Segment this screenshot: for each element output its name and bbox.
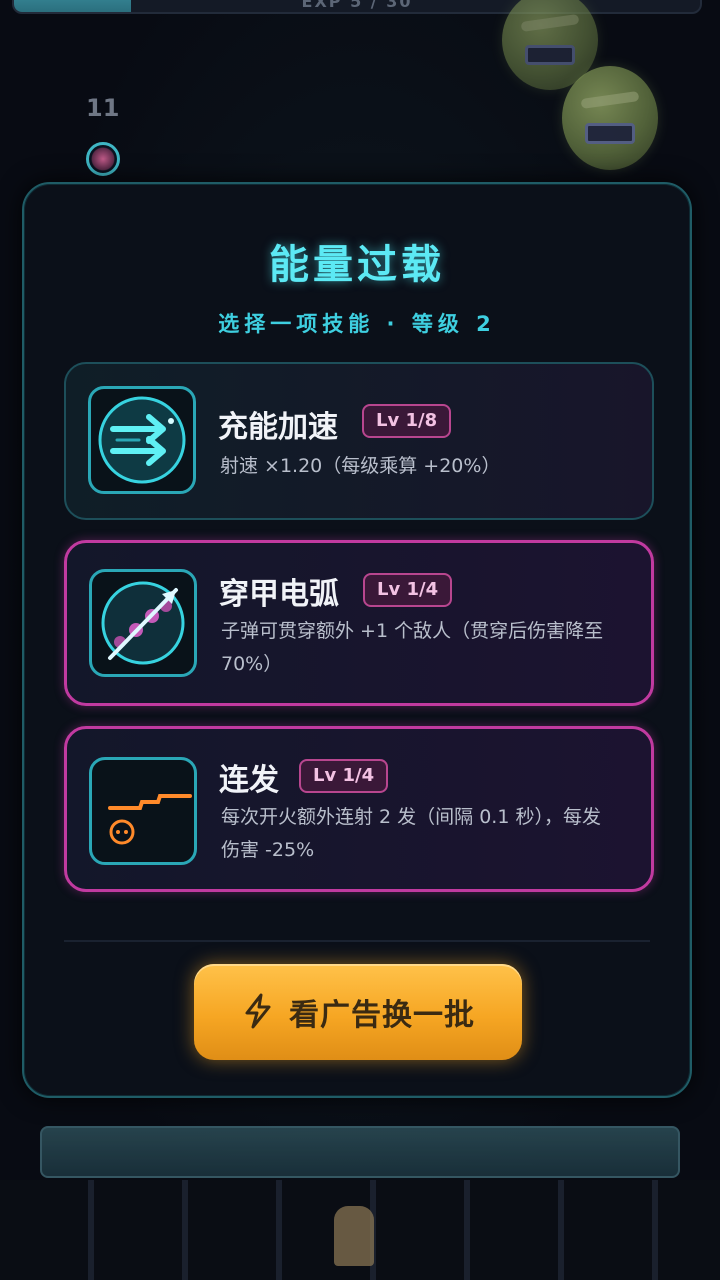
skill-name: 充能加速 <box>218 410 338 445</box>
skill-select-dialog: 能量过载 选择一项技能 · 等级 2 充能加速 Lv 1/8 射速 ×1.20（… <box>22 182 692 1098</box>
skill-level-badge: Lv 1/8 <box>362 404 452 438</box>
skill-description: 每次开火额外连射 2 发（间隔 0.1 秒），每发伤害 -25% <box>221 806 601 861</box>
skill-name: 穿甲电弧 <box>219 577 339 612</box>
skill-card-charge-speed[interactable]: 充能加速 Lv 1/8 射速 ×1.20（每级乘算 +20%） <box>64 362 654 520</box>
skill-name: 连发 <box>219 763 279 798</box>
skill-level-badge: Lv 1/4 <box>363 573 453 607</box>
piercing-arc-icon <box>89 569 197 677</box>
divider <box>64 940 650 942</box>
dialog-title: 能量过载 <box>269 242 445 288</box>
exp-text: EXP 5 / 30 <box>301 0 413 11</box>
exp-bar: EXP 5 / 30 <box>12 0 702 14</box>
skill-level-badge: Lv 1/4 <box>299 759 389 793</box>
refresh-button-label: 看广告换一批 <box>289 999 475 1032</box>
ground-platform <box>40 1126 680 1178</box>
lightning-icon <box>241 993 275 1032</box>
skill-card-burst-fire[interactable]: 连发 Lv 1/4 每次开火额外连射 2 发（间隔 0.1 秒），每发伤害 -2… <box>64 726 654 892</box>
speed-arrows-icon <box>88 386 196 494</box>
ball-icon <box>86 142 120 176</box>
skill-description: 射速 ×1.20（每级乘算 +20%） <box>220 455 501 477</box>
burst-fire-icon <box>89 757 197 865</box>
dialog-subtitle: 选择一项技能 · 等级 2 <box>218 312 496 336</box>
skill-card-piercing-arc[interactable]: 穿甲电弧 Lv 1/4 子弹可贯穿额外 +1 个敌人（贯穿后伤害降至 70%） <box>64 540 654 706</box>
skill-description: 子弹可贯穿额外 +1 个敌人（贯穿后伤害降至 70%） <box>221 620 604 675</box>
watch-ad-refresh-button[interactable]: 看广告换一批 <box>194 964 522 1060</box>
cannon <box>334 1206 374 1266</box>
enemy-block <box>562 66 658 170</box>
ball-count: 11 <box>86 94 120 122</box>
